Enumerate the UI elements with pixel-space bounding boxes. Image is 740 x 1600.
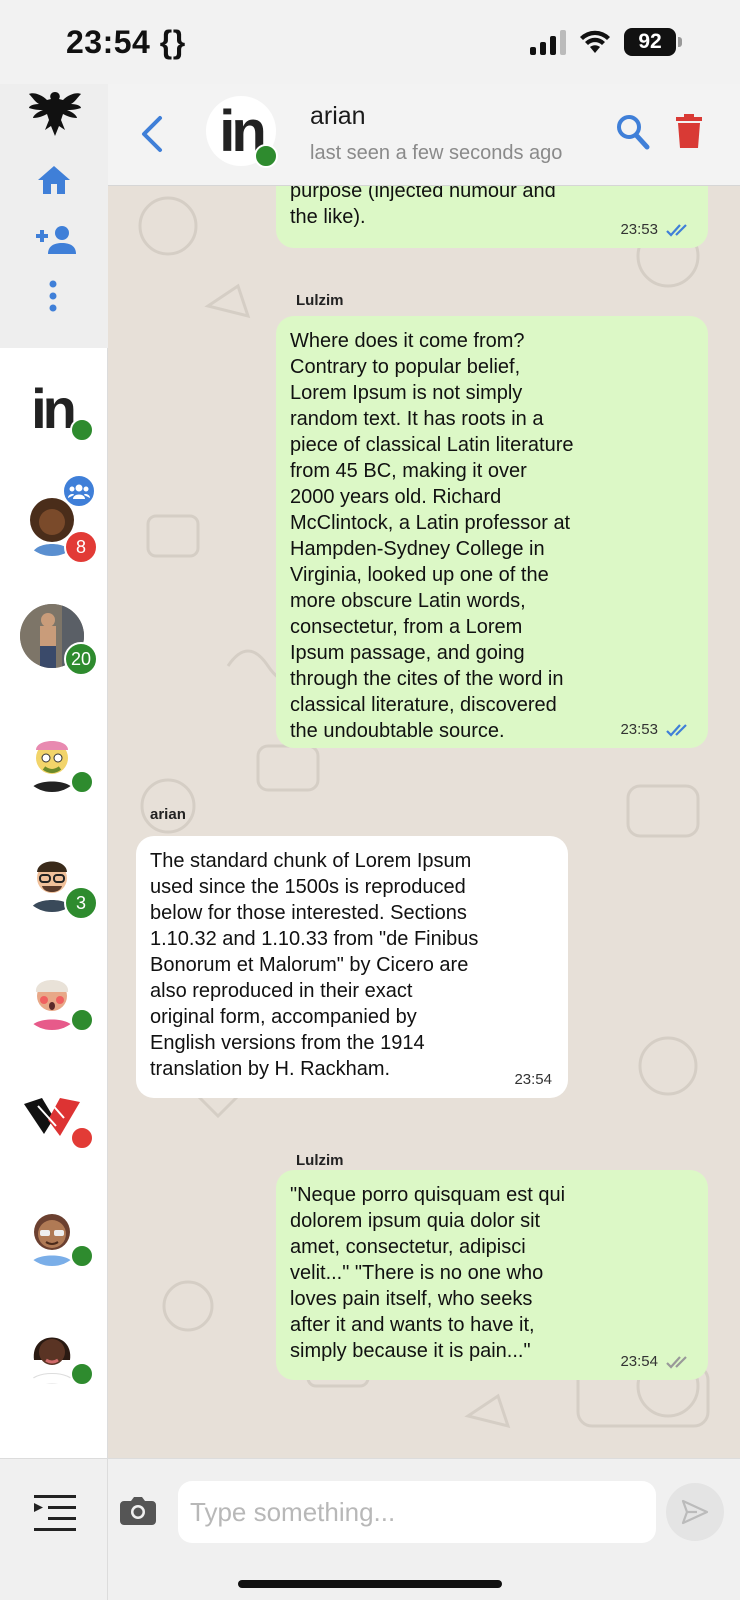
home-icon[interactable] <box>36 164 72 196</box>
status-icons: 92 <box>530 28 682 56</box>
online-indicator <box>70 1244 94 1268</box>
double-check-icon <box>666 223 687 237</box>
message-meta: 23:54 <box>514 1071 552 1088</box>
double-check-icon <box>666 1355 687 1369</box>
message-time: 23:54 <box>620 1353 658 1370</box>
unread-count-badge: 20 <box>64 642 98 676</box>
message-text: Where does it come from? Contrary to pop… <box>290 330 574 742</box>
status-time: 23:54 {} <box>66 24 186 60</box>
chat-yellow-face[interactable] <box>20 728 94 794</box>
home-indicator <box>238 1580 502 1588</box>
contact-avatar[interactable]: in <box>206 96 278 168</box>
wifi-icon <box>580 30 610 53</box>
online-indicator <box>70 1008 94 1032</box>
sender-name: Lulzim <box>296 292 344 309</box>
contact-name[interactable]: arian <box>310 102 366 131</box>
message-text: "Neque porro quisquam est qui dolorem ip… <box>290 1184 566 1362</box>
sender-name: arian <box>150 806 186 823</box>
add-contact-icon[interactable] <box>34 224 76 254</box>
eagle-logo-icon <box>29 92 81 136</box>
send-button[interactable] <box>666 1483 724 1541</box>
chat-glasses-man[interactable]: 3 <box>20 848 98 920</box>
message-time: 23:53 <box>620 221 658 238</box>
message-time: 23:54 <box>514 1071 552 1088</box>
chat-sunglasses-woman[interactable] <box>20 1202 94 1268</box>
online-indicator <box>254 144 278 168</box>
message-text: The standard chunk of Lorem Ipsum used s… <box>150 850 479 1080</box>
chat-gym-man[interactable]: 20 <box>20 604 98 676</box>
double-check-icon <box>666 723 687 737</box>
online-indicator <box>70 770 94 794</box>
message-composer <box>108 1458 740 1600</box>
message-input[interactable] <box>178 1481 656 1543</box>
chat-group-woman[interactable]: 8 <box>20 474 98 564</box>
online-indicator <box>70 418 94 442</box>
back-icon[interactable] <box>138 114 164 154</box>
battery-icon: 92 <box>624 28 682 56</box>
signal-icon <box>530 29 566 55</box>
chat-messages[interactable]: purpose (injected humour and the like). … <box>108 186 740 1458</box>
message-time: 23:53 <box>620 721 658 738</box>
message-meta: 23:53 <box>620 221 692 238</box>
sidebar-bottom <box>0 1458 108 1600</box>
outgoing-message[interactable]: Where does it come from? Contrary to pop… <box>276 316 708 748</box>
unread-indicator <box>70 1126 94 1150</box>
trash-icon[interactable] <box>676 114 702 148</box>
outgoing-message[interactable]: purpose (injected humour and the like). … <box>276 186 708 248</box>
sidebar-top <box>0 84 108 348</box>
send-icon <box>681 1499 709 1525</box>
chat-in-logo[interactable]: in <box>20 376 94 442</box>
unread-count-badge: 3 <box>64 886 98 920</box>
search-icon[interactable] <box>616 114 650 150</box>
group-icon <box>62 474 96 508</box>
message-meta: 23:53 <box>620 721 692 738</box>
more-vertical-icon[interactable] <box>48 280 58 312</box>
sender-name: Lulzim <box>296 1152 344 1169</box>
unread-count-badge: 8 <box>64 530 98 564</box>
incoming-message[interactable]: The standard chunk of Lorem Ipsum used s… <box>136 836 568 1098</box>
camera-icon[interactable] <box>120 1495 156 1525</box>
outgoing-message[interactable]: "Neque porro quisquam est qui dolorem ip… <box>276 1170 708 1380</box>
online-indicator <box>70 1362 94 1386</box>
chat-header: in arian last seen a few seconds ago <box>108 84 740 186</box>
message-meta: 23:54 <box>620 1353 692 1370</box>
contact-last-seen: last seen a few seconds ago <box>310 142 563 164</box>
chat-list: in 8 20 3 <box>0 348 108 1458</box>
chat-hands-logo[interactable] <box>20 1084 94 1150</box>
menu-indent-icon[interactable] <box>34 1495 76 1531</box>
status-bar: 23:54 {} 92 <box>0 0 740 84</box>
chat-blush-face[interactable] <box>20 966 94 1032</box>
chat-dark-woman[interactable] <box>20 1320 94 1386</box>
